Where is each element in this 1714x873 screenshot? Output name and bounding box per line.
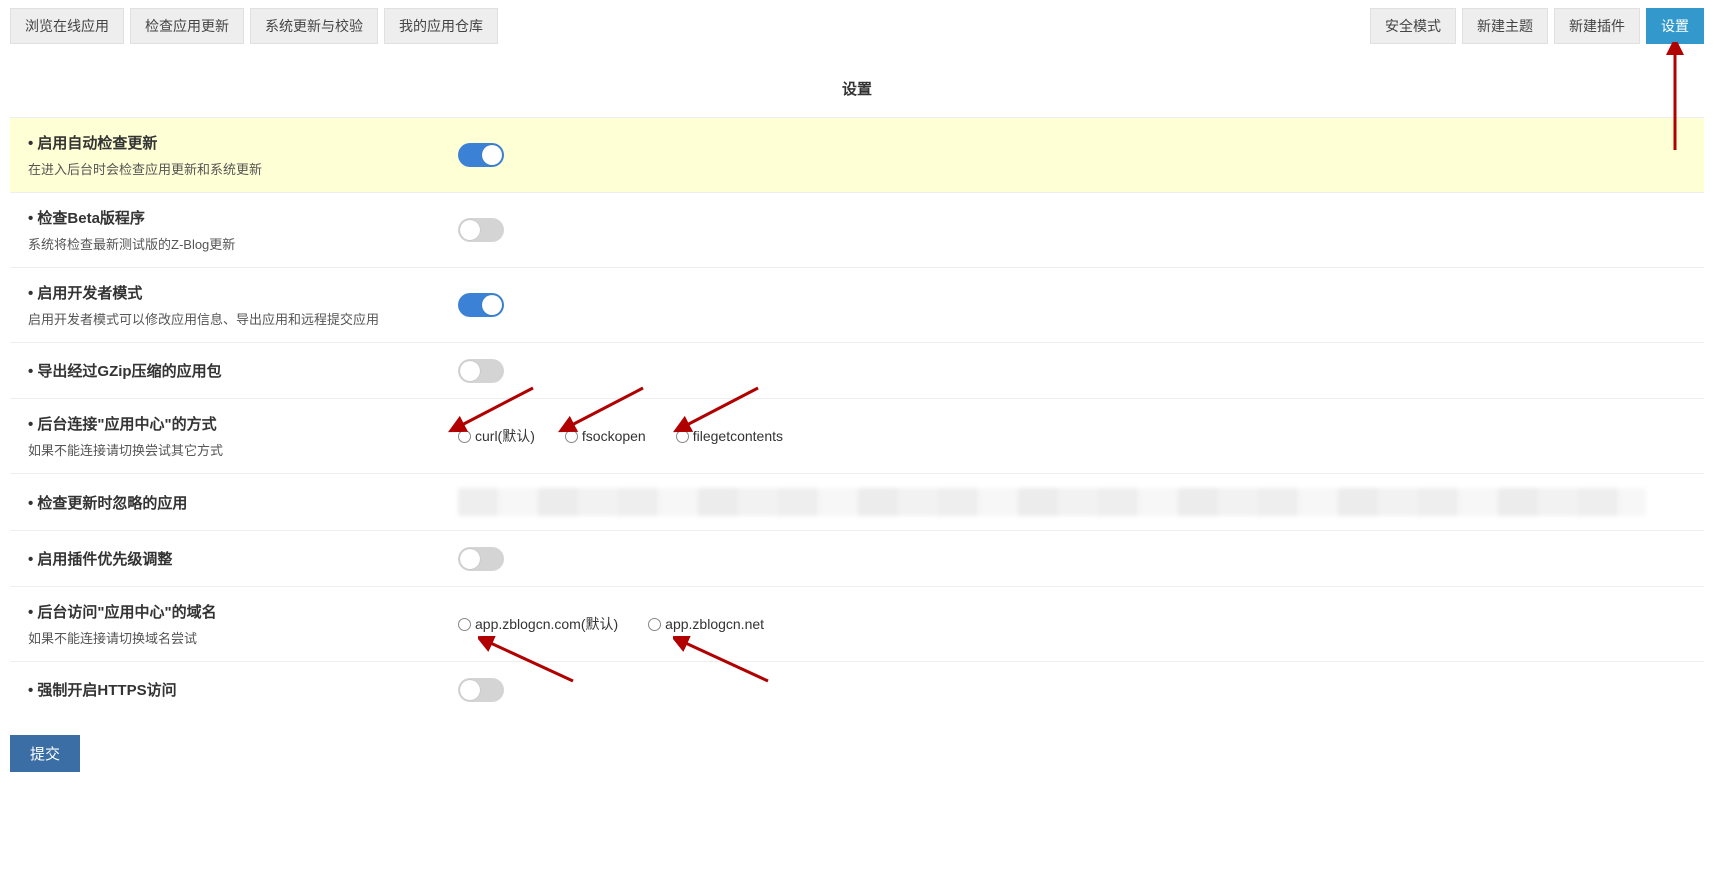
- setting-row: 后台连接"应用中心"的方式如果不能连接请切换尝试其它方式 curl(默认) fsoc…: [10, 398, 1704, 473]
- radio-label: app.zblogcn.com(默认): [475, 614, 618, 634]
- radio-option[interactable]: app.zblogcn.net: [648, 614, 764, 634]
- radio-option[interactable]: filegetcontents: [676, 426, 783, 446]
- setting-desc: 在进入后台时会检查应用更新和系统更新: [28, 159, 458, 178]
- setting-desc: 如果不能连接请切换域名尝试: [28, 628, 458, 647]
- setting-title: 启用自动检查更新: [28, 132, 458, 153]
- radio-option[interactable]: app.zblogcn.com(默认): [458, 614, 618, 634]
- radio-circle-icon: [458, 430, 471, 443]
- topbar-left: 浏览在线应用检查应用更新系统更新与校验我的应用仓库: [10, 8, 498, 44]
- setting-row: 启用开发者模式启用开发者模式可以修改应用信息、导出应用和远程提交应用: [10, 267, 1704, 342]
- setting-row: 后台访问"应用中心"的域名如果不能连接请切换域名尝试 app.zblogcn.co…: [10, 586, 1704, 661]
- toggle[interactable]: [458, 218, 504, 242]
- radio-option[interactable]: curl(默认): [458, 426, 535, 446]
- toggle[interactable]: [458, 547, 504, 571]
- toggle[interactable]: [458, 293, 504, 317]
- radio-label: fsockopen: [582, 428, 646, 444]
- setting-title: 导出经过GZip压缩的应用包: [28, 360, 458, 381]
- radio-circle-icon: [676, 430, 689, 443]
- radio-circle-icon: [565, 430, 578, 443]
- toggle[interactable]: [458, 678, 504, 702]
- radio-circle-icon: [648, 618, 661, 631]
- topbar-button-检查应用更新[interactable]: 检查应用更新: [130, 8, 244, 44]
- topbar-button-新建主题[interactable]: 新建主题: [1462, 8, 1548, 44]
- setting-desc: 系统将检查最新测试版的Z-Blog更新: [28, 234, 458, 253]
- setting-title: 检查Beta版程序: [28, 207, 458, 228]
- radio-option[interactable]: fsockopen: [565, 426, 646, 446]
- setting-title: 后台访问"应用中心"的域名: [28, 601, 458, 622]
- setting-title: 检查更新时忽略的应用: [28, 492, 458, 513]
- toggle[interactable]: [458, 359, 504, 383]
- setting-row: 导出经过GZip压缩的应用包: [10, 342, 1704, 398]
- setting-desc: 启用开发者模式可以修改应用信息、导出应用和远程提交应用: [28, 309, 458, 328]
- setting-row: 检查更新时忽略的应用: [10, 473, 1704, 530]
- setting-title: 强制开启HTTPS访问: [28, 679, 458, 700]
- radio-label: filegetcontents: [693, 428, 783, 444]
- panel-title: 设置: [10, 64, 1704, 117]
- topbar-button-设置[interactable]: 设置: [1646, 8, 1704, 44]
- setting-title: 启用插件优先级调整: [28, 548, 458, 569]
- redacted-content: [458, 488, 1646, 516]
- setting-row: 启用插件优先级调整: [10, 530, 1704, 586]
- topbar-button-新建插件[interactable]: 新建插件: [1554, 8, 1640, 44]
- topbar-right: 安全模式新建主题新建插件设置: [1370, 8, 1704, 44]
- topbar-button-浏览在线应用[interactable]: 浏览在线应用: [10, 8, 124, 44]
- setting-row: 启用自动检查更新在进入后台时会检查应用更新和系统更新: [10, 117, 1704, 192]
- topbar-button-系统更新与校验[interactable]: 系统更新与校验: [250, 8, 378, 44]
- topbar-button-安全模式[interactable]: 安全模式: [1370, 8, 1456, 44]
- setting-row: 检查Beta版程序系统将检查最新测试版的Z-Blog更新: [10, 192, 1704, 267]
- setting-row: 强制开启HTTPS访问: [10, 661, 1704, 717]
- radio-circle-icon: [458, 618, 471, 631]
- toggle[interactable]: [458, 143, 504, 167]
- radio-label: app.zblogcn.net: [665, 616, 764, 632]
- setting-title: 后台连接"应用中心"的方式: [28, 413, 458, 434]
- submit-button[interactable]: 提交: [10, 735, 80, 772]
- radio-label: curl(默认): [475, 426, 535, 446]
- setting-desc: 如果不能连接请切换尝试其它方式: [28, 440, 458, 459]
- topbar-button-我的应用仓库[interactable]: 我的应用仓库: [384, 8, 498, 44]
- setting-title: 启用开发者模式: [28, 282, 458, 303]
